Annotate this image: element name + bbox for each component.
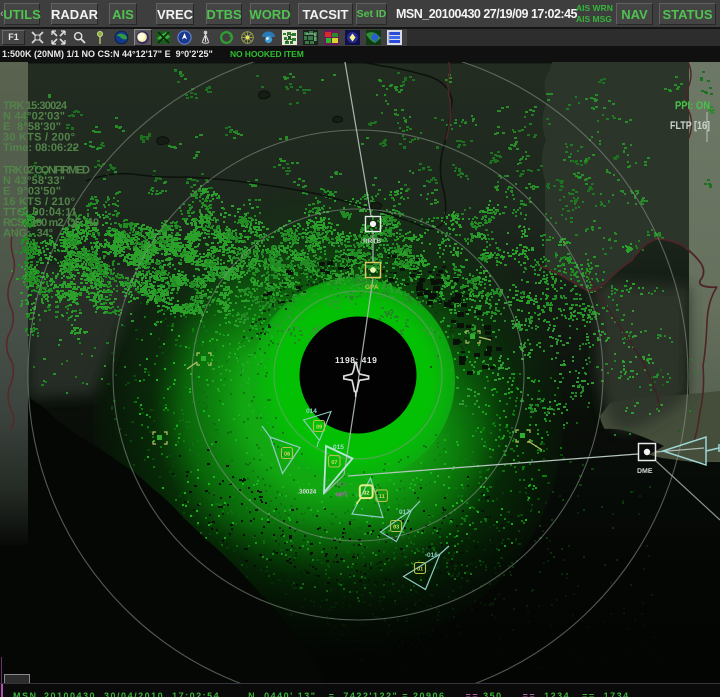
svg-text:014: 014	[306, 408, 317, 415]
svg-text:016: 016	[427, 552, 438, 559]
svg-text:07: 07	[331, 460, 337, 466]
svg-text:09: 09	[316, 425, 322, 431]
svg-text:015: 015	[333, 444, 344, 451]
svg-text:FLTP [16]: FLTP [16]	[670, 120, 710, 132]
svg-text:ANG: 34°: ANG: 34°	[3, 228, 53, 240]
svg-text:02: 02	[363, 490, 369, 496]
svg-text:DME: DME	[637, 468, 653, 475]
svg-text:RRTB: RRTB	[363, 238, 381, 245]
svg-text:017: 017	[399, 509, 410, 516]
svg-text:30024: 30024	[299, 489, 317, 496]
svg-text:GPA: GPA	[365, 284, 379, 291]
svg-text:PPI: ON: PPI: ON	[675, 100, 710, 112]
svg-text:NPT: NPT	[336, 493, 348, 499]
svg-text:01: 01	[417, 567, 423, 573]
svg-text:11: 11	[379, 494, 385, 500]
svg-text:06: 06	[284, 452, 290, 458]
svg-text:Time: 08:06:22: Time: 08:06:22	[3, 142, 79, 154]
svg-text:03: 03	[393, 525, 399, 531]
svg-text:987: 987	[337, 482, 346, 488]
